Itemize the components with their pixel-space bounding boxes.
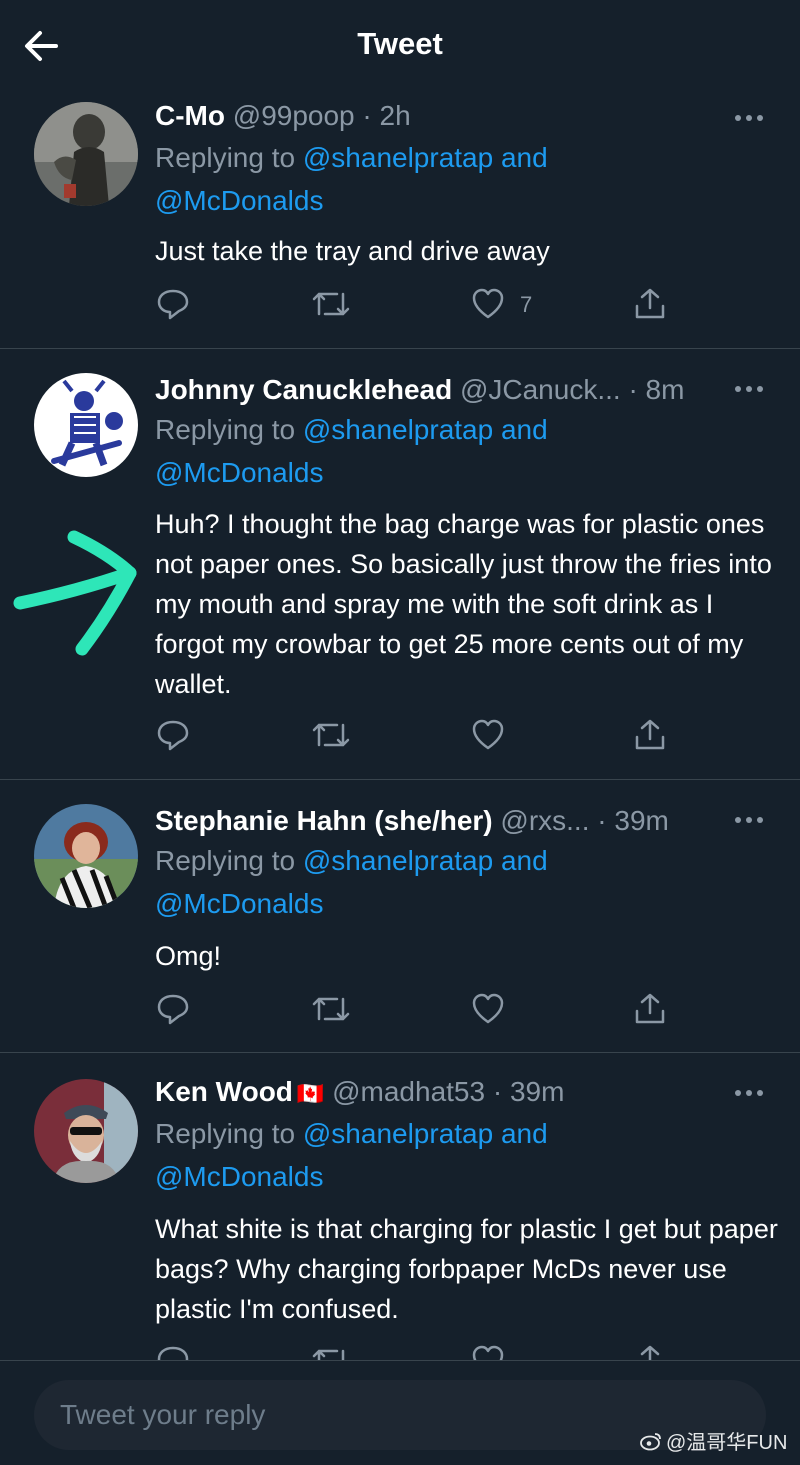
like-icon[interactable] (470, 991, 506, 1029)
tweet-text: What shite is that charging for plastic … (155, 1214, 778, 1324)
tweet-text: Huh? I thought the bag charge was for pl… (155, 509, 772, 699)
tweet-time: · 8m (628, 374, 685, 405)
top-bar: Tweet (0, 0, 800, 90)
replying-to: Replying to @shanelpratap and @McDonalds (155, 1118, 548, 1192)
reply-icon[interactable] (155, 286, 191, 324)
author-handle[interactable]: @JCanuck... (460, 374, 621, 405)
mention-link[interactable]: @shanelpratap (303, 1118, 493, 1149)
tweet-text: Just take the tray and drive away (155, 236, 550, 266)
action-bar (155, 991, 695, 1031)
mention-link[interactable]: @shanelpratap (303, 142, 493, 173)
retweet-icon[interactable] (311, 991, 351, 1029)
retweet-icon[interactable] (311, 286, 351, 324)
mention-link[interactable]: @shanelpratap (303, 845, 493, 876)
action-bar (155, 717, 695, 757)
avatar[interactable] (34, 804, 138, 908)
author-handle[interactable]: @rxs... (500, 805, 589, 836)
avatar[interactable] (34, 102, 138, 206)
tweet-item[interactable]: Stephanie Hahn (she/her) @rxs... · 39m R… (0, 780, 800, 1053)
author-name[interactable]: C-Mo (155, 100, 225, 131)
more-icon[interactable] (732, 1083, 766, 1103)
watermark-text: @温哥华FUN (666, 1432, 788, 1454)
tweet-time: · 39m (597, 805, 669, 836)
like-icon[interactable] (470, 717, 506, 755)
reply-icon[interactable] (155, 717, 191, 755)
share-icon[interactable] (632, 1343, 668, 1360)
tweet-time: · 2h (362, 100, 411, 131)
share-icon[interactable] (632, 991, 668, 1029)
more-icon[interactable] (732, 108, 766, 128)
mention-link[interactable]: @McDonalds (155, 457, 323, 488)
action-bar: 7 (155, 286, 695, 326)
watermark: @温哥华FUN (640, 1426, 787, 1457)
replying-to: Replying to @shanelpratap and @McDonalds (155, 142, 548, 216)
mention-link[interactable]: @McDonalds (155, 185, 323, 216)
author-name[interactable]: Ken Wood (155, 1076, 293, 1107)
avatar[interactable] (34, 373, 138, 477)
retweet-icon[interactable] (311, 717, 351, 755)
share-icon[interactable] (632, 286, 668, 324)
retweet-icon[interactable] (311, 1343, 351, 1360)
tweet-item[interactable]: C-Mo @99poop · 2h Replying to @shanelpra… (0, 90, 800, 349)
more-icon[interactable] (732, 379, 766, 399)
divider (0, 1360, 800, 1361)
tweet-item[interactable]: Ken Wood 🇨🇦 @madhat53 · 39m Replying to @… (0, 1053, 800, 1360)
replying-to: Replying to @shanelpratap and @McDonalds (155, 414, 548, 488)
action-bar (155, 1343, 695, 1360)
author-handle[interactable]: @madhat53 (332, 1076, 485, 1107)
like-count: 7 (520, 292, 533, 317)
replying-to: Replying to @shanelpratap and @McDonalds (155, 845, 548, 919)
annotation-arrow (13, 530, 137, 656)
weibo-icon (640, 1431, 662, 1457)
reply-icon[interactable] (155, 991, 191, 1029)
canada-flag-icon: 🇨🇦 (296, 1081, 325, 1106)
author-name[interactable]: Stephanie Hahn (she/her) (155, 805, 493, 836)
mention-link[interactable]: @McDonalds (155, 888, 323, 919)
tweet-text: Omg! (155, 941, 222, 971)
like-icon[interactable]: 7 (470, 286, 532, 324)
share-icon[interactable] (632, 717, 668, 755)
author-name[interactable]: Johnny Canucklehead (155, 374, 452, 405)
mention-link[interactable]: @McDonalds (155, 1161, 323, 1192)
more-icon[interactable] (732, 810, 766, 830)
like-icon[interactable] (470, 1343, 506, 1360)
avatar[interactable] (34, 1079, 138, 1183)
mention-link[interactable]: @shanelpratap (303, 414, 493, 445)
author-handle[interactable]: @99poop (233, 100, 355, 131)
reply-icon[interactable] (155, 1343, 191, 1360)
tweet-time: · 39m (492, 1076, 565, 1107)
page-title: Tweet (357, 26, 443, 61)
